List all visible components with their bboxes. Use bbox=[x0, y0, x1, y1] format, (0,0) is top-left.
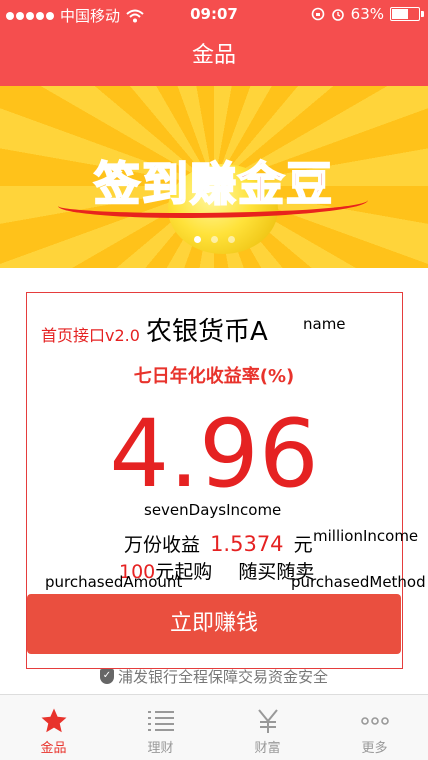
tab-caifu[interactable]: 财富 bbox=[214, 695, 321, 760]
banner-pager bbox=[0, 236, 428, 243]
status-bar: 中国移动 09:07 63% bbox=[0, 0, 428, 30]
name-field-label: name bbox=[303, 315, 346, 333]
page-title: 金品 bbox=[191, 43, 236, 68]
tab-jinpin[interactable]: 金品 bbox=[0, 695, 107, 760]
list-icon bbox=[147, 711, 174, 731]
earn-now-button[interactable]: 立即赚钱 bbox=[27, 594, 401, 654]
million-income-unit: 元 bbox=[293, 534, 313, 556]
million-income-label: 万份收益 bbox=[124, 534, 201, 556]
million-income-field-label: millionIncome bbox=[313, 527, 419, 545]
million-income-row: 万份收益 1.5374 元 bbox=[124, 530, 313, 557]
tab-label: 更多 bbox=[361, 741, 388, 756]
rotation-lock-icon bbox=[311, 7, 324, 21]
nav-bar: 金品 bbox=[0, 30, 428, 86]
status-right: 63% bbox=[311, 5, 424, 23]
shield-check-icon: ✓ bbox=[99, 669, 114, 684]
security-text: 浦发银行全程保障交易资金安全 bbox=[117, 668, 328, 686]
alarm-icon bbox=[331, 9, 344, 21]
tab-licai[interactable]: 理财 bbox=[107, 695, 214, 760]
tab-label: 财富 bbox=[254, 741, 281, 756]
battery-percent: 63% bbox=[350, 5, 384, 23]
purchased-method-field-label: purchasedMethod bbox=[291, 573, 426, 591]
tab-label: 金品 bbox=[40, 741, 67, 756]
star-icon bbox=[41, 708, 66, 733]
yen-icon bbox=[257, 709, 278, 733]
security-notice: ✓ 浦发银行全程保障交易资金安全 bbox=[0, 666, 428, 687]
pager-dot[interactable] bbox=[227, 236, 235, 243]
rate-title: 七日年化收益率(%) bbox=[133, 366, 295, 387]
api-label: 首页接口v2.0 bbox=[41, 326, 140, 345]
fund-name: 农银货币A bbox=[146, 317, 268, 347]
million-income-value: 1.5374 bbox=[210, 532, 284, 556]
more-icon bbox=[360, 717, 389, 725]
purchased-amount-field-label: purchasedAmount bbox=[45, 573, 183, 591]
tab-more[interactable]: 更多 bbox=[321, 695, 428, 760]
promo-banner[interactable]: 签到赚金豆 bbox=[0, 86, 428, 268]
seven-day-rate: 4.96 bbox=[109, 400, 319, 509]
seven-days-field-label: sevenDaysIncome bbox=[144, 501, 282, 519]
tab-bar: 金品 理财 财富 更多 bbox=[0, 694, 428, 760]
banner-text: 签到赚金豆 bbox=[93, 156, 334, 212]
pager-dot[interactable] bbox=[210, 236, 218, 243]
tab-label: 理财 bbox=[147, 741, 174, 756]
pager-dot[interactable] bbox=[193, 236, 201, 243]
battery-icon bbox=[390, 7, 424, 21]
